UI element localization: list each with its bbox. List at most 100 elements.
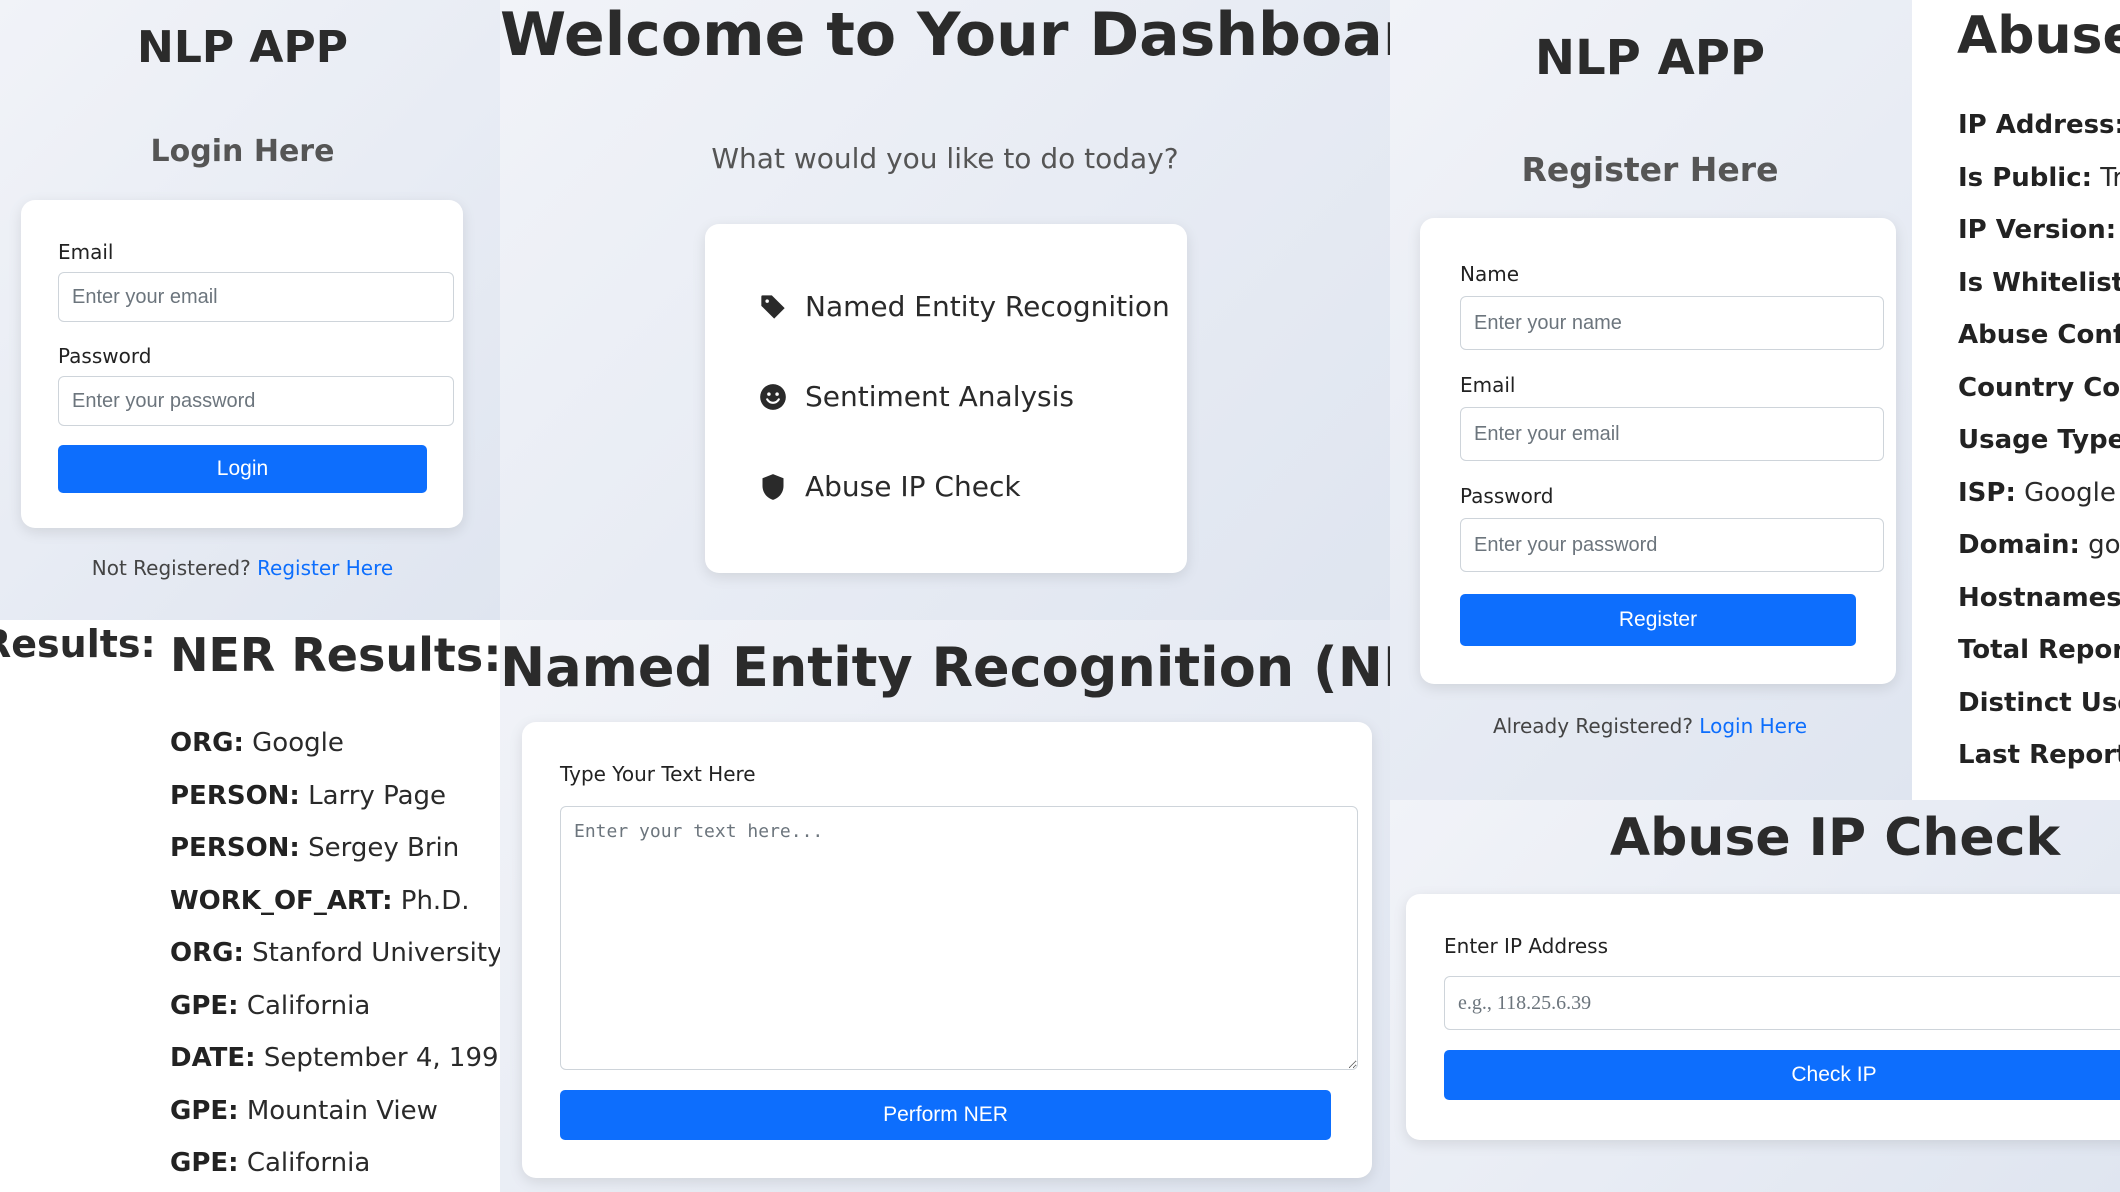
- ner-entity-text: California: [246, 1148, 371, 1178]
- abuse-result-key: Hostnames:: [1958, 582, 2120, 613]
- abuse-result-value: True: [2100, 162, 2120, 193]
- dashboard-subtitle: What would you like to do today?: [711, 142, 1179, 175]
- ner-entity-type: PERSON:: [170, 780, 300, 811]
- register-button[interactable]: Register: [1460, 594, 1856, 646]
- login-panel: NLP APP Login Here Email Password Login …: [0, 0, 500, 620]
- abuse-result-key: ISP:: [1958, 477, 2016, 508]
- ner-entity-row: PERSON: Sergey Brin: [170, 833, 459, 863]
- ner-entity-text: Stanford University: [252, 938, 500, 968]
- ner-entity-row: ORG: Stanford University: [170, 938, 500, 968]
- ner-entity-row: GPE: California: [170, 1148, 370, 1178]
- abuse-result-key: Is Public:: [1958, 162, 2093, 193]
- abuse-result-key: Domain:: [1958, 530, 2080, 560]
- check-ip-button[interactable]: Check IP: [1444, 1050, 2120, 1100]
- ner-entity-type: PERSON:: [170, 833, 300, 863]
- login-link[interactable]: Login Here: [1699, 714, 1807, 738]
- menu-item-label: Sentiment Analysis: [805, 380, 1074, 413]
- ner-entity-row: GPE: California: [170, 991, 370, 1021]
- perform-ner-button[interactable]: Perform NER: [560, 1090, 1331, 1140]
- email-label: Email: [58, 240, 114, 264]
- email-field[interactable]: [1460, 407, 1884, 461]
- ner-results-partial-panel: Results:: [0, 620, 160, 1192]
- text-input-label: Type Your Text Here: [560, 762, 756, 786]
- menu-item-sentiment[interactable]: Sentiment Analysis: [759, 380, 1074, 413]
- abuse-result-key: Usage Type:: [1958, 425, 2120, 455]
- ner-entity-type: ORG:: [170, 728, 244, 758]
- tag-icon: [759, 293, 787, 321]
- ner-entity-type: GPE:: [170, 1095, 239, 1126]
- ner-form-title: Named Entity Recognition (NER): [500, 636, 1390, 699]
- abuse-result-key: Country Code: [1958, 372, 2120, 403]
- menu-item-label: Named Entity Recognition: [805, 290, 1170, 323]
- login-footer: Not Registered? Register Here: [0, 556, 485, 580]
- dashboard-menu-card: Named Entity Recognition Sentiment Analy…: [705, 224, 1187, 573]
- register-card: Name Email Password Register: [1420, 218, 1896, 684]
- ip-address-input[interactable]: [1444, 976, 2120, 1030]
- abuse-form-title: Abuse IP Check: [1609, 808, 2061, 868]
- register-footer-text: Already Registered?: [1492, 714, 1693, 738]
- ner-entity-row: ORG: Google: [170, 728, 344, 758]
- ner-entity-type: WORK_OF_ART:: [170, 885, 393, 916]
- login-footer-text: Not Registered?: [91, 556, 251, 580]
- abuse-result-key: Last Reported: [1958, 740, 2120, 770]
- ner-entity-text: Sergey Brin: [308, 833, 460, 863]
- abuse-result-row: Is Public: True: [1958, 163, 2120, 193]
- abuse-result-key: Abuse Confic: [1958, 320, 2120, 350]
- register-link[interactable]: Register Here: [257, 556, 393, 580]
- abuse-result-row: IP Version: 4: [1958, 215, 2120, 245]
- abuse-result-key: IP Version:: [1958, 215, 2117, 245]
- menu-item-abuse-ip[interactable]: Abuse IP Check: [759, 470, 1021, 503]
- ner-entity-row: PERSON: Larry Page: [170, 781, 446, 811]
- ner-entity-type: GPE:: [170, 1148, 239, 1178]
- abuse-result-value: goo: [2088, 530, 2120, 560]
- abuse-form-card: Enter IP Address Check IP: [1406, 894, 2120, 1140]
- ner-entity-text: September 4, 1998: [263, 1043, 500, 1073]
- abuse-result-row: Distinct Users: [1958, 688, 2120, 718]
- name-label: Name: [1460, 262, 1520, 286]
- ner-form-panel: Named Entity Recognition (NER) Type Your…: [500, 620, 1390, 1192]
- password-field[interactable]: [1460, 518, 1884, 572]
- register-heading: Register Here: [1521, 150, 1779, 189]
- abuse-result-row: IP Address: 8: [1958, 110, 2120, 140]
- abuse-results-title: Abuse: [1957, 6, 2120, 66]
- ner-textarea[interactable]: [560, 806, 1358, 1070]
- abuse-result-row: ISP: Google LL: [1958, 478, 2120, 508]
- app-title: NLP APP: [1534, 30, 1766, 86]
- password-label: Password: [58, 344, 152, 368]
- login-card: Email Password Login: [21, 200, 463, 528]
- ner-entity-text: Google: [252, 728, 344, 758]
- menu-item-ner[interactable]: Named Entity Recognition: [759, 290, 1170, 323]
- abuse-result-row: Hostnames:: [1958, 583, 2120, 613]
- abuse-result-row: Country Code: [1958, 373, 2120, 403]
- ner-entity-row: GPE: Mountain View: [170, 1096, 438, 1126]
- ner-entity-row: DATE: September 4, 1998: [170, 1043, 500, 1073]
- register-footer: Already Registered? Login Here: [1390, 714, 1910, 738]
- ner-results-partial-title: Results:: [0, 622, 156, 666]
- name-field[interactable]: [1460, 296, 1884, 350]
- abuse-result-row: Domain: goo: [1958, 530, 2120, 560]
- email-label: Email: [1460, 373, 1516, 397]
- login-button[interactable]: Login: [58, 445, 427, 493]
- login-heading: Login Here: [150, 134, 335, 169]
- abuse-result-key: Is Whitelisted: [1958, 267, 2120, 298]
- email-field[interactable]: [58, 272, 454, 322]
- abuse-results-panel: Abuse IP Address: 8 Is Public: True IP Ver…: [1912, 0, 2120, 800]
- abuse-form-panel: Abuse IP Check Enter IP Address Check IP: [1390, 800, 2120, 1192]
- ner-entity-text: Ph.D.: [400, 885, 470, 916]
- abuse-result-row: Last Reported: [1958, 740, 2120, 770]
- ner-entity-text: Mountain View: [246, 1095, 438, 1126]
- ner-results-title: NER Results:: [170, 628, 500, 682]
- abuse-result-key: Distinct Users: [1958, 687, 2120, 718]
- abuse-result-row: Is Whitelisted: [1958, 268, 2120, 298]
- dashboard-title: Welcome to Your Dashboard: [500, 0, 1390, 70]
- ner-form-card: Type Your Text Here Perform NER: [522, 722, 1372, 1178]
- shield-icon: [759, 473, 787, 501]
- password-field[interactable]: [58, 376, 454, 426]
- abuse-result-row: Abuse Confic: [1958, 320, 2120, 350]
- ner-entity-type: ORG:: [170, 938, 244, 968]
- ip-address-label: Enter IP Address: [1444, 934, 1609, 958]
- ner-entity-row: WORK_OF_ART: Ph.D.: [170, 886, 469, 916]
- ner-entity-type: GPE:: [170, 990, 239, 1021]
- password-label: Password: [1460, 484, 1554, 508]
- ner-entity-text: Larry Page: [308, 780, 447, 811]
